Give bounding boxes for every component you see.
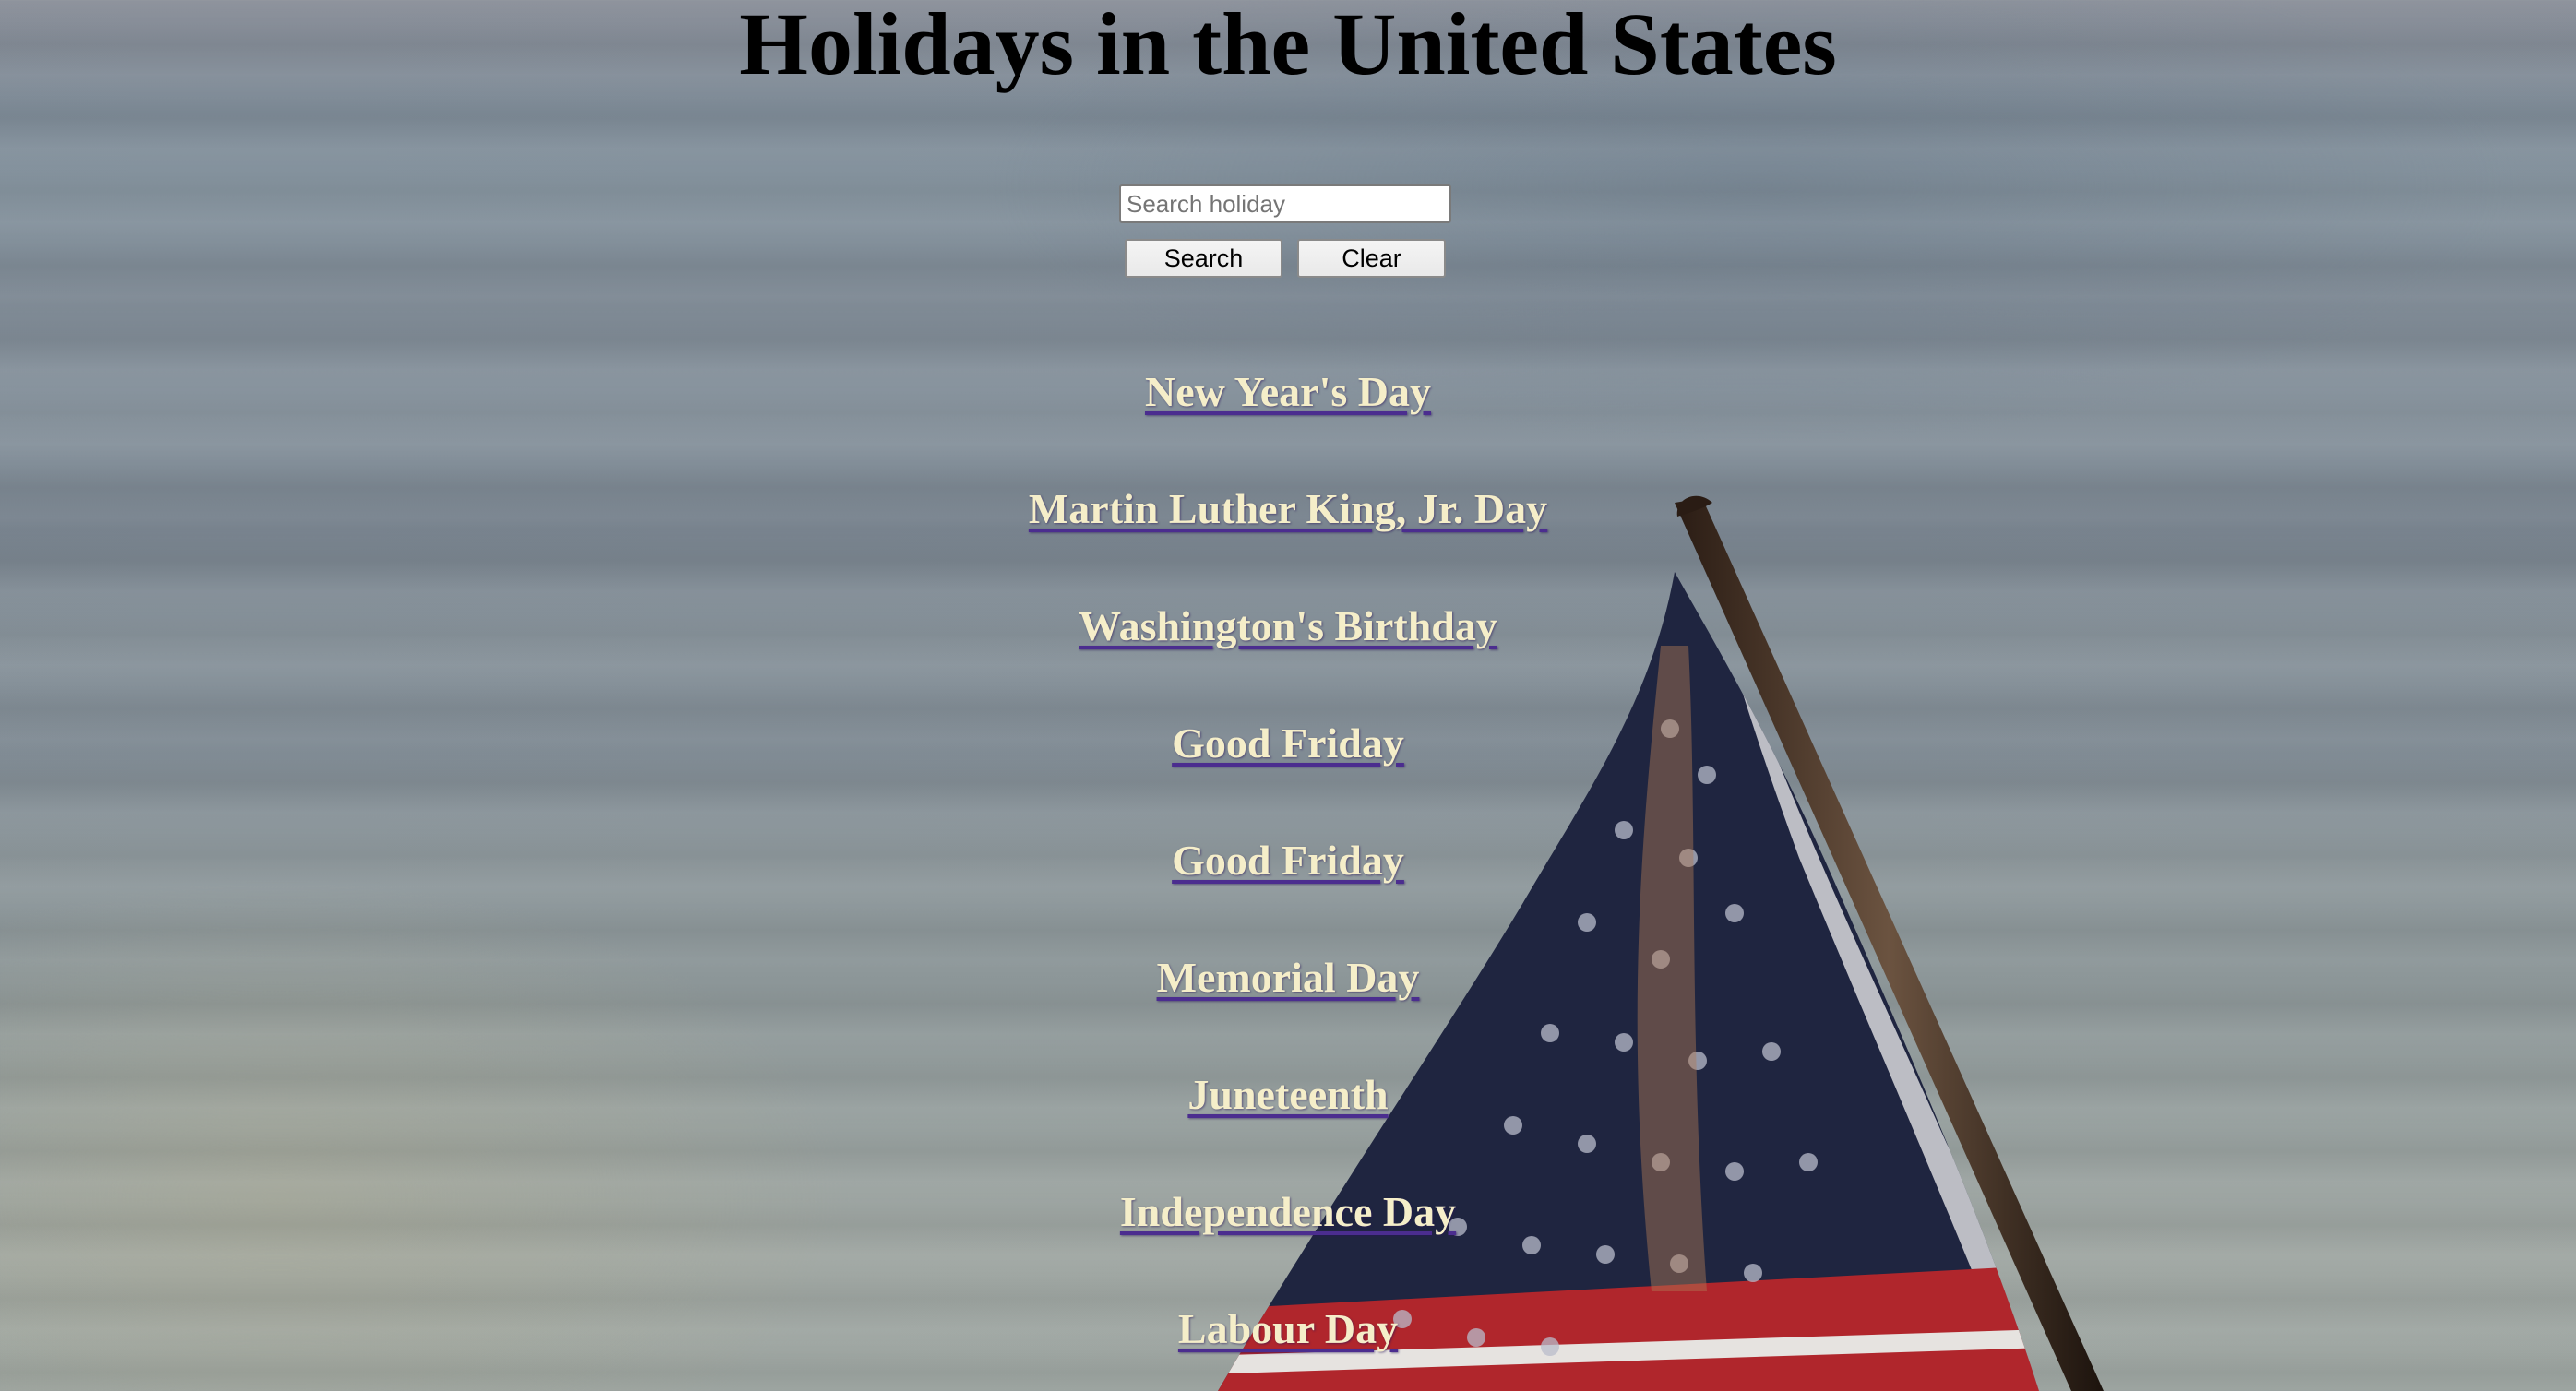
list-item: Labour Day xyxy=(0,1300,2576,1391)
holiday-link-good-friday-2[interactable]: Good Friday xyxy=(1172,837,1404,884)
clear-button[interactable]: Clear xyxy=(1297,239,1446,278)
holiday-link-washingtons-birthday[interactable]: Washington's Birthday xyxy=(1079,602,1497,649)
holiday-link-good-friday[interactable]: Good Friday xyxy=(1172,719,1404,767)
list-item: Good Friday xyxy=(0,831,2576,948)
list-item: Juneteenth xyxy=(0,1065,2576,1183)
list-item: Martin Luther King, Jr. Day xyxy=(0,480,2576,597)
list-item: New Year's Day xyxy=(0,363,2576,480)
holiday-link-independence-day[interactable]: Independence Day xyxy=(1120,1188,1456,1235)
page-title: Holidays in the United States xyxy=(739,0,1837,93)
holiday-link-labour-day[interactable]: Labour Day xyxy=(1178,1305,1398,1352)
list-item: Washington's Birthday xyxy=(0,597,2576,714)
search-button[interactable]: Search xyxy=(1125,239,1282,278)
list-item: Independence Day xyxy=(0,1183,2576,1300)
list-item: Memorial Day xyxy=(0,948,2576,1065)
holiday-link-new-years-day[interactable]: New Year's Day xyxy=(1145,368,1431,415)
search-input[interactable] xyxy=(1119,184,1451,223)
list-item: Good Friday xyxy=(0,714,2576,831)
holiday-link-memorial-day[interactable]: Memorial Day xyxy=(1157,954,1420,1001)
holiday-link-mlk-day[interactable]: Martin Luther King, Jr. Day xyxy=(1029,485,1547,532)
holiday-list: New Year's Day Martin Luther King, Jr. D… xyxy=(0,363,2576,1391)
holiday-link-juneteenth[interactable]: Juneteenth xyxy=(1187,1071,1388,1118)
